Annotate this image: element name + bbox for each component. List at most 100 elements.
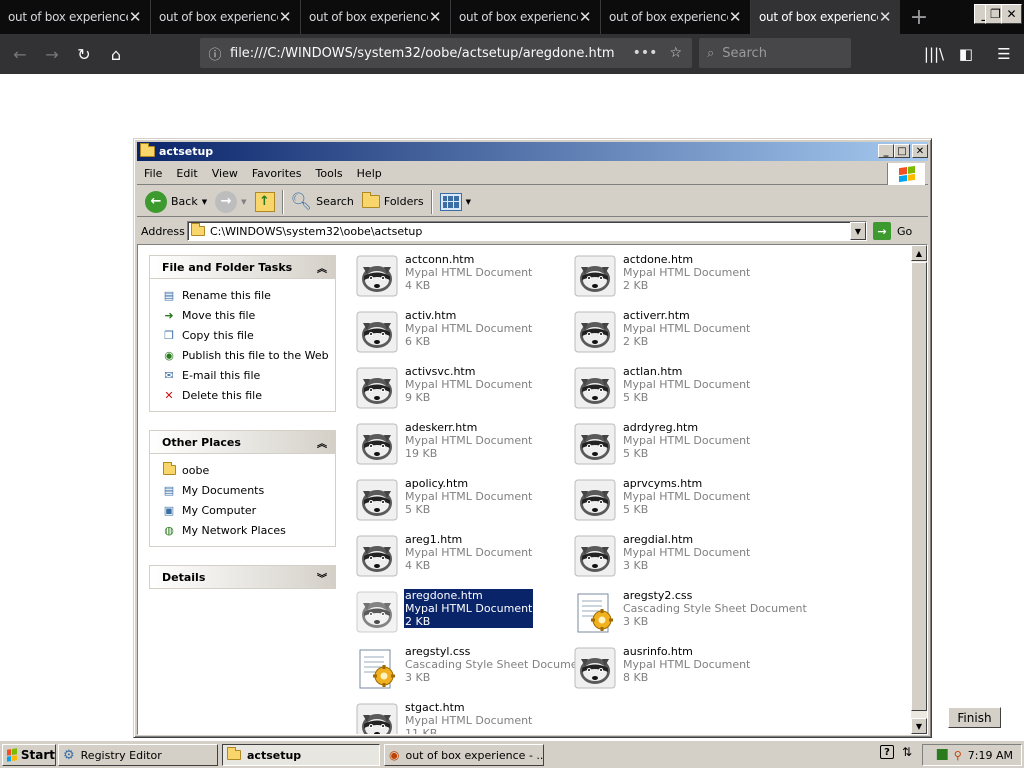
file-name: actdone.htm	[623, 253, 694, 266]
forward-arrow-icon[interactable]: →	[36, 38, 68, 70]
finish-button[interactable]: Finish	[948, 707, 1001, 728]
task-e-mail-this-file[interactable]: ✉ E-mail this file	[162, 365, 335, 385]
folders-button[interactable]: Folders	[358, 189, 428, 215]
file-item[interactable]: adeskerr.htm Mypal HTML Document 19 KB	[352, 419, 568, 469]
browser-tab[interactable]: out of box experience ✕	[600, 0, 750, 34]
task-publish-this-file-to-the-web[interactable]: ◉ Publish this file to the Web	[162, 345, 335, 365]
go-button[interactable]: → Go	[873, 222, 912, 240]
place-oobe[interactable]: oobe	[162, 460, 335, 480]
search-bar[interactable]: ⌕ Search	[699, 38, 851, 68]
file-item[interactable]: apolicy.htm Mypal HTML Document 5 KB	[352, 475, 568, 525]
file-text: actdone.htm Mypal HTML Document 2 KB	[622, 253, 751, 292]
address-field[interactable]: C:\WINDOWS\system32\oobe\actsetup ▼	[187, 221, 867, 241]
browser-tab[interactable]: out of box experience ✕	[750, 0, 900, 34]
tab-close-icon[interactable]: ✕	[878, 10, 892, 25]
forward-button[interactable]: → ▼	[211, 189, 250, 215]
file-item[interactable]: actdone.htm Mypal HTML Document 2 KB	[570, 251, 786, 301]
scroll-up-icon[interactable]: ▲	[911, 245, 927, 261]
new-tab-button[interactable]: +	[904, 0, 934, 34]
file-item[interactable]: actlan.htm Mypal HTML Document 5 KB	[570, 363, 786, 413]
collapse-chevron-icon[interactable]: ︽	[315, 435, 329, 450]
expand-chevron-icon[interactable]: ︾	[315, 570, 329, 585]
collapse-chevron-icon[interactable]: ︽	[315, 260, 329, 275]
help-icon[interactable]: ?	[880, 745, 894, 759]
explorer-maximize-button[interactable]: □	[894, 144, 910, 158]
info-icon[interactable]: ⓘ	[200, 44, 230, 63]
reload-icon[interactable]: ↻	[68, 38, 100, 70]
menu-view[interactable]: View	[205, 167, 245, 180]
tab-close-icon[interactable]: ✕	[128, 10, 142, 25]
browser-tab[interactable]: out of box experience ✕	[300, 0, 450, 34]
file-item[interactable]: activ.htm Mypal HTML Document 6 KB	[352, 307, 568, 357]
other-places-header[interactable]: Other Places ︽	[149, 430, 336, 454]
task-delete-this-file[interactable]: ✕ Delete this file	[162, 385, 335, 405]
menu-favorites[interactable]: Favorites	[245, 167, 309, 180]
library-icon[interactable]: |||\	[920, 40, 948, 68]
explorer-close-button[interactable]: ✕	[912, 144, 928, 158]
taskbar-button[interactable]: ◉ out of box experience - ...	[384, 744, 544, 766]
back-button[interactable]: ← Back ▼	[141, 189, 211, 215]
dropdown-arrow-icon[interactable]: ▼	[202, 198, 207, 206]
up-folder-button[interactable]: ↑	[251, 189, 279, 215]
close-window-button[interactable]: ✕	[1001, 4, 1022, 24]
browser-tab[interactable]: out of box experience ✕	[150, 0, 300, 34]
file-tasks-header[interactable]: File and Folder Tasks ︽	[149, 255, 336, 279]
menu-help[interactable]: Help	[350, 167, 389, 180]
url-bar[interactable]: ⓘ file:///C:/WINDOWS/system32/oobe/actse…	[200, 38, 692, 68]
start-button[interactable]: Start	[2, 743, 56, 766]
browser-tab[interactable]: out of box experience ✕	[0, 0, 150, 34]
file-name: aregsty2.css	[623, 589, 693, 602]
taskbar-button[interactable]: ⚙ Registry Editor	[58, 744, 218, 766]
hamburger-menu-icon[interactable]: ☰	[990, 40, 1018, 68]
vertical-scrollbar[interactable]: ▲ ▼	[911, 245, 927, 734]
network-icon[interactable]: ⬛︎	[937, 748, 948, 762]
explorer-title-bar[interactable]: actsetup _ □ ✕	[137, 142, 928, 161]
file-item[interactable]: activsvc.htm Mypal HTML Document 9 KB	[352, 363, 568, 413]
tab-close-icon[interactable]: ✕	[578, 10, 592, 25]
explorer-window: actsetup _ □ ✕ File Edit View Favorites …	[133, 138, 932, 738]
place-my-computer[interactable]: ▣ My Computer	[162, 500, 335, 520]
details-header[interactable]: Details ︾	[149, 565, 336, 589]
bookmark-star-icon[interactable]: ☆	[669, 45, 682, 61]
menu-tools[interactable]: Tools	[309, 167, 350, 180]
page-actions-icon[interactable]: •••	[633, 45, 658, 61]
file-type: Mypal HTML Document	[623, 490, 751, 503]
file-size: 3 KB	[623, 559, 649, 572]
menu-edit[interactable]: Edit	[169, 167, 204, 180]
scroll-down-icon[interactable]: ▼	[911, 718, 927, 734]
file-item[interactable]: areg1.htm Mypal HTML Document 4 KB	[352, 531, 568, 581]
place-my-documents[interactable]: ▤ My Documents	[162, 480, 335, 500]
views-button[interactable]: ▼	[436, 189, 475, 215]
home-icon[interactable]: ⌂	[100, 38, 132, 70]
file-item[interactable]: aregsty2.css Cascading Style Sheet Docume…	[570, 587, 807, 637]
search-tray-icon[interactable]: ⚲	[954, 749, 962, 762]
file-item[interactable]: aregstyl.css Cascading Style Sheet Docume…	[352, 643, 589, 693]
file-item[interactable]: aprvcyms.htm Mypal HTML Document 5 KB	[570, 475, 786, 525]
browser-tab[interactable]: out of box experience ✕	[450, 0, 600, 34]
file-size: 3 KB	[405, 671, 431, 684]
tab-close-icon[interactable]: ✕	[728, 10, 742, 25]
scroll-thumb[interactable]	[911, 262, 927, 711]
explorer-minimize-button[interactable]: _	[878, 144, 894, 158]
taskbar-button[interactable]: actsetup	[222, 744, 380, 766]
place-my-network-places[interactable]: ◍ My Network Places	[162, 520, 335, 540]
tab-close-icon[interactable]: ✕	[278, 10, 292, 25]
dropdown-arrow-icon[interactable]: ▼	[241, 198, 246, 206]
file-item[interactable]: actconn.htm Mypal HTML Document 4 KB	[352, 251, 568, 301]
menu-file[interactable]: File	[137, 167, 169, 180]
task-rename-this-file[interactable]: ▤ Rename this file	[162, 285, 335, 305]
task-move-this-file[interactable]: ➜ Move this file	[162, 305, 335, 325]
file-item[interactable]: adrdyreg.htm Mypal HTML Document 5 KB	[570, 419, 786, 469]
file-item[interactable]: stgact.htm Mypal HTML Document 11 KB	[352, 699, 568, 734]
file-item[interactable]: activerr.htm Mypal HTML Document 2 KB	[570, 307, 786, 357]
file-item[interactable]: aregdone.htm Mypal HTML Document 2 KB	[352, 587, 568, 637]
tray-arrows-icon[interactable]: ⇅	[902, 745, 912, 759]
task-copy-this-file[interactable]: ❐ Copy this file	[162, 325, 335, 345]
tab-close-icon[interactable]: ✕	[428, 10, 442, 25]
sidebar-icon[interactable]: ◧	[952, 40, 980, 68]
address-dropdown-icon[interactable]: ▼	[850, 222, 866, 240]
search-button[interactable]: 🔍︎ Search	[287, 189, 358, 215]
file-item[interactable]: ausrinfo.htm Mypal HTML Document 8 KB	[570, 643, 786, 693]
back-arrow-icon[interactable]: ←	[4, 38, 36, 70]
file-item[interactable]: aregdial.htm Mypal HTML Document 3 KB	[570, 531, 786, 581]
